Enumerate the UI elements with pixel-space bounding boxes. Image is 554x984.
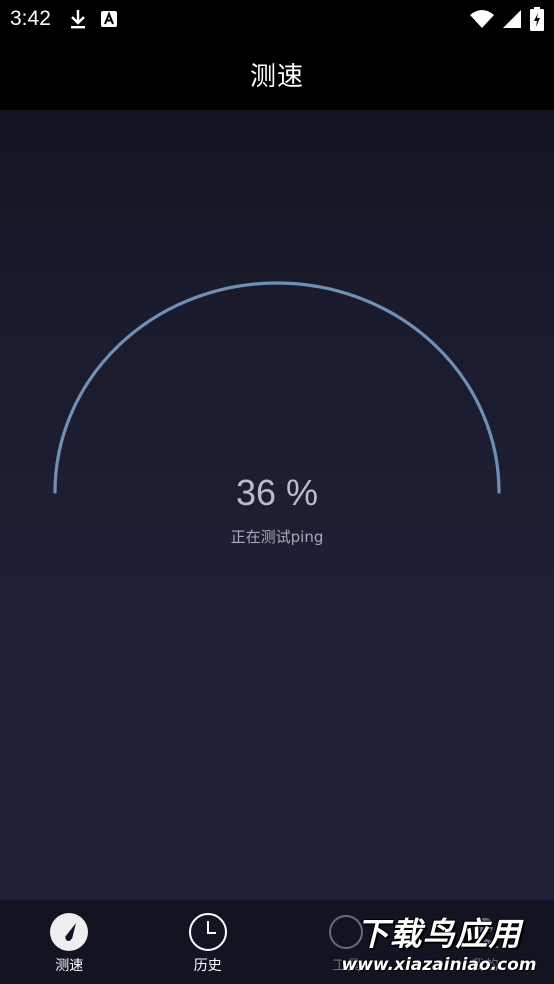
status-time: 3:42 [10,7,51,30]
speedometer-icon [49,912,89,952]
app-bar: 测速 [0,38,554,110]
font-a-icon [100,11,117,27]
status-bar: 3:42 [0,0,554,38]
download-icon [69,8,87,30]
clock-icon [188,912,228,952]
page-title: 测速 [249,61,304,92]
progress-percent: 36 % [235,472,319,513]
signal-icon [502,9,522,29]
status-left-icons [69,8,117,30]
gauge-arc [53,281,501,494]
nav-item-speedtest[interactable]: 测速 [0,900,139,984]
nav-label-speedtest: 测速 [55,958,84,974]
status-right-icons [470,7,544,31]
speed-test-panel: 36 % 正在测试ping [0,110,554,900]
watermark-title: 下载鸟应用 [356,915,522,953]
battery-charging-icon [530,7,544,31]
nav-label-history: 历史 [193,958,222,974]
wifi-icon [470,9,494,29]
watermark-url: www.xiazainiao.com [341,955,537,975]
test-status-text: 正在测试ping [230,528,324,546]
watermark: 下载鸟应用 www.xiazainiao.com [328,906,550,978]
nav-item-history[interactable]: 历史 [139,900,278,984]
